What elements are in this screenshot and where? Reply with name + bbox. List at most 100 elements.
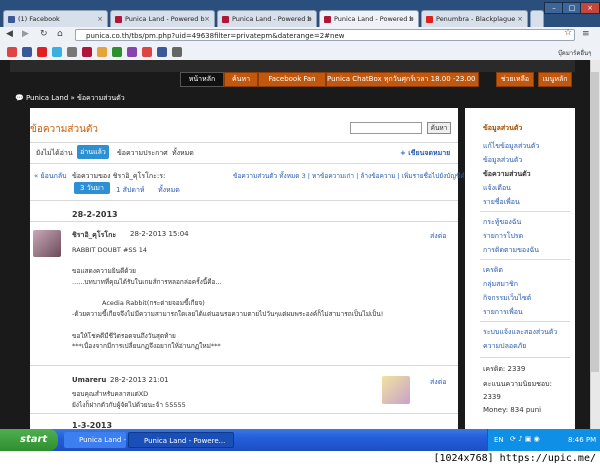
forward-link[interactable]: ส่งต่อ — [430, 231, 446, 242]
sidebar-item-edit-profile[interactable]: แก้ไขข้อมูลส่วนตัว — [483, 141, 539, 152]
system-tray: EN ⟳ ♪ ▣ ◉ 8:46 PM — [487, 429, 600, 451]
browser-tab[interactable]: Penumbra - Blackplague × — [421, 10, 528, 27]
sidebar-item-profile[interactable]: ข้อมูลส่วนตัว — [483, 155, 522, 166]
sidebar-item-activities[interactable]: กิจกรรมเว็บไซต์ — [483, 293, 531, 304]
filter-announcements[interactable]: ข้อความประกาศ — [117, 148, 168, 159]
start-button[interactable]: start — [0, 429, 58, 451]
menu-icon[interactable]: ≡ — [582, 29, 590, 39]
browser-tab-active[interactable]: Punica Land - Powered b × — [319, 10, 419, 27]
bookmarks-bar: บุ๊คมาร์คอื่นๆ — [0, 44, 600, 61]
page-1-week[interactable]: 1 สัปดาห์ — [116, 185, 145, 196]
bookmark-icon[interactable] — [52, 47, 62, 57]
nav-home[interactable]: หน้าหลัก — [180, 72, 224, 87]
sidebar-item-notifications[interactable]: แจ้งเตือน — [483, 183, 511, 194]
avatar[interactable] — [33, 230, 61, 257]
stat-credits: เครดิต: 2339 — [483, 365, 526, 373]
sidebar-item-favorites[interactable]: รายการโปรด — [483, 231, 523, 242]
breadcrumb: 💬 Punica Land » ข้อความส่วนตัว — [10, 90, 575, 106]
body-line: Acedia Rabbit(กระต่ายจอมขี้เกียจ) — [102, 299, 205, 308]
tab-title: (1) Facebook — [18, 15, 60, 23]
facebook-icon — [8, 15, 15, 23]
page-all[interactable]: ทั้งหมด — [158, 185, 180, 196]
close-icon[interactable]: × — [97, 15, 103, 23]
nav-help[interactable]: ช่วยเหลือ — [496, 72, 534, 87]
filter-unread[interactable]: ยังไม่ได้อ่าน — [36, 148, 73, 159]
home-icon[interactable]: ⌂ — [57, 29, 63, 39]
url-text: punica.co.th/tbs/pm.php?uid=49638filter=… — [86, 32, 345, 40]
bookmark-icon[interactable] — [112, 47, 122, 57]
post-author[interactable]: ชิราอิ_คุโรโกะ — [72, 230, 116, 241]
nav-facebook-fan[interactable]: Facebook Fan — [258, 72, 326, 87]
tab-title: Punica Land - Powered b — [232, 15, 312, 23]
sidebar-item-privacy-settings[interactable]: ระบบแจ้งและสองส่วนตัว — [483, 327, 557, 338]
body-line: ขอแสดงความยินดีด้วย — [72, 267, 136, 276]
sidebar-item-my-threads[interactable]: กระทู้ของฉัน — [483, 217, 521, 228]
breadcrumb-text[interactable]: Punica Land » ข้อความส่วนตัว — [26, 94, 125, 102]
site-banner — [10, 60, 575, 72]
thread-subject: ข้อความของ ชิราอิ_คุโรโกะ:ร: — [72, 172, 166, 180]
page-3-days[interactable]: 3 วันมาแล้ว — [74, 182, 110, 204]
bookmark-icon[interactable] — [67, 47, 77, 57]
sidebar-item-friends[interactable]: รายชื่อเพื่อน — [483, 197, 520, 208]
tray-icons[interactable]: ⟳ ♪ ▣ ◉ — [510, 435, 540, 443]
body-line: ขอให้โชคดีมีชีวิตรอดจนถึงวันสุดท้าย — [72, 331, 176, 340]
filter-read[interactable]: อ่านแล้ว — [77, 145, 109, 159]
taskbar-item[interactable]: Punica Land - Powere... — [64, 432, 126, 448]
browser-tab[interactable]: Punica Land - Powered b × — [217, 10, 317, 27]
maximize-button[interactable]: □ — [562, 2, 582, 14]
bookmark-icon[interactable] — [142, 47, 152, 57]
bookmark-icon[interactable] — [7, 47, 17, 57]
close-icon[interactable]: × — [204, 15, 210, 23]
back-icon[interactable]: ◀ — [6, 29, 13, 39]
browser-tab[interactable]: (1) Facebook × — [3, 10, 108, 27]
address-bar[interactable]: punica.co.th/tbs/pm.php?uid=49638filter=… — [75, 29, 575, 41]
chat-icon: 💬 — [15, 94, 24, 102]
sidebar-item-friend-list[interactable]: รายการเพื่อน — [483, 307, 523, 318]
language-indicator[interactable]: EN — [494, 436, 504, 444]
forward-link[interactable]: ส่งต่อ — [430, 377, 446, 388]
reload-icon[interactable]: ↻ — [40, 29, 48, 39]
search-input[interactable] — [350, 122, 422, 134]
sidebar-item-groups[interactable]: กลุ่มสมาชิก — [483, 279, 518, 290]
filter-all[interactable]: ทั้งหมด — [172, 148, 194, 159]
bookmark-icon[interactable] — [172, 47, 182, 57]
scrollbar-thumb[interactable] — [591, 72, 599, 372]
punica-icon — [222, 15, 229, 23]
avatar[interactable] — [382, 376, 410, 404]
bookmark-icon[interactable] — [22, 47, 32, 57]
tab-title: Penumbra - Blackplague — [436, 15, 516, 23]
minimize-button[interactable]: – — [544, 2, 564, 14]
search-button[interactable]: ค้นหา — [427, 122, 451, 134]
sidebar-item-security[interactable]: ความปลอดภัย — [483, 341, 526, 352]
close-icon[interactable]: × — [517, 15, 523, 23]
caption-bar: [1024x768] https://upic.me/ — [0, 451, 600, 469]
thread-actions[interactable]: ข้อความส่วนตัว ทั้งหมด 3 | หาข้อความเก่า… — [233, 171, 468, 181]
bookmark-icon[interactable] — [97, 47, 107, 57]
bookmark-icon[interactable] — [127, 47, 137, 57]
close-icon[interactable]: × — [408, 15, 414, 23]
bookmark-icon[interactable] — [157, 47, 167, 57]
bookmark-icon[interactable] — [37, 47, 47, 57]
bookmark-icon[interactable] — [82, 47, 92, 57]
sidebar-item-credits[interactable]: เครดิต — [483, 265, 503, 276]
nav-chatbox[interactable]: Punica ChatBox ทุกวันศุกร์เวลา 18.00 -23… — [326, 72, 479, 87]
forward-icon[interactable]: ▶ — [22, 29, 29, 39]
body-line: ......บทบาทที่คุณได้รับในเกมส์การหลอกล่อ… — [72, 278, 222, 287]
post-author[interactable]: Umareru — [72, 376, 106, 384]
window-close-button[interactable]: × — [580, 2, 600, 14]
browser-tab[interactable]: Punica Land - Powered b × — [110, 10, 215, 27]
close-icon[interactable]: × — [306, 15, 312, 23]
nav-main-menu[interactable]: เมนูหลัก — [538, 72, 572, 87]
new-tab-button[interactable] — [530, 10, 544, 27]
other-bookmarks[interactable]: บุ๊คมาร์คอื่นๆ — [558, 48, 591, 58]
sidebar-item-pm[interactable]: ข้อความส่วนตัว — [483, 169, 531, 180]
new-pm-link[interactable]: + เขียนจดหมาย — [400, 148, 450, 159]
taskbar-item-active[interactable]: Punica Land - Powere... — [128, 432, 234, 448]
sidebar-item-following[interactable]: การติดตามของฉัน — [483, 245, 539, 256]
nav-search[interactable]: ค้นหา — [224, 72, 258, 87]
star-icon[interactable]: ☆ — [564, 28, 572, 38]
post-time: 28-2-2013 21:01 — [110, 376, 169, 384]
sidebar: ข้อมูลส่วนตัว แก้ไขข้อมูลส่วนตัว ข้อมูลส… — [465, 108, 575, 429]
body-line: ยังไงก็ฝากตัวกับผู้จัดไปด้วยนะจ้า 55555 — [72, 401, 186, 409]
back-link[interactable]: « ย้อนกลับ — [34, 171, 67, 182]
